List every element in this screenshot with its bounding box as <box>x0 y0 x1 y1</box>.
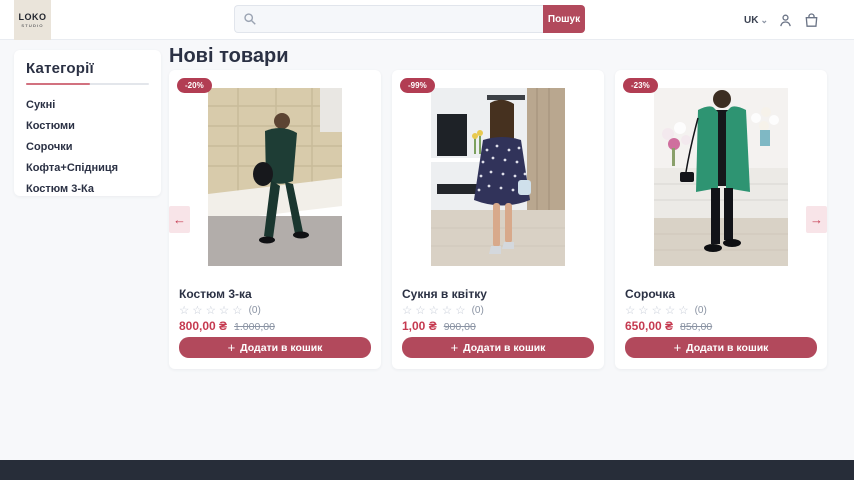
plus-icon: + <box>674 341 682 354</box>
product-card: -99% <box>392 70 604 369</box>
header-actions: UK ⌄ <box>744 0 820 40</box>
product-carousel: -20% Костюм 3-ка <box>169 70 827 369</box>
price-current: 800,00 ₴ <box>179 319 227 333</box>
product-image[interactable] <box>654 88 788 266</box>
discount-badge: -99% <box>400 78 435 93</box>
product-image[interactable] <box>431 88 565 266</box>
price-old: 900,00 <box>444 321 476 333</box>
star-rating-icons: ☆☆☆☆☆ <box>402 303 469 317</box>
carousel-next-button[interactable]: → <box>806 206 827 233</box>
arrow-left-icon: ← <box>173 212 186 227</box>
price-old: 1.000,00 <box>234 321 275 333</box>
footer <box>0 460 854 480</box>
rating-count: (0) <box>695 305 707 316</box>
discount-badge: -23% <box>623 78 658 93</box>
language-label: UK <box>744 15 758 26</box>
categories-divider-accent <box>26 83 90 85</box>
add-to-cart-button[interactable]: + Додати в кошик <box>179 337 371 358</box>
add-to-cart-button[interactable]: + Додати в кошик <box>625 337 817 358</box>
product-card: -20% Костюм 3-ка <box>169 70 381 369</box>
logo[interactable]: LOKO STUDIO <box>14 0 51 40</box>
sidebar-item-sorochky[interactable]: Сорочки <box>26 136 149 157</box>
product-price-row: 1,00 ₴ 900,00 <box>402 319 476 333</box>
product-title[interactable]: Сукня в квітку <box>402 287 487 301</box>
product-image[interactable] <box>208 88 342 266</box>
add-to-cart-label: Додати в кошик <box>686 342 768 354</box>
logo-title: LOKO <box>19 12 47 22</box>
star-rating-icons: ☆☆☆☆☆ <box>625 303 692 317</box>
categories-list: Сукні Костюми Сорочки Кофта+Спідниця Кос… <box>26 94 149 200</box>
user-icon[interactable] <box>777 12 794 29</box>
sidebar-item-kostyum-3ka[interactable]: Костюм 3-Ка <box>26 179 149 200</box>
page-title: Нові товари <box>169 45 288 68</box>
price-current: 1,00 ₴ <box>402 319 437 333</box>
categories-divider <box>26 83 149 85</box>
product-card: -23% <box>615 70 827 369</box>
categories-title: Категорії <box>26 60 149 77</box>
rating-count: (0) <box>472 305 484 316</box>
plus-icon: + <box>228 341 236 354</box>
carousel-prev-button[interactable]: ← <box>169 206 190 233</box>
chevron-down-icon: ⌄ <box>760 16 768 25</box>
search-input[interactable] <box>234 5 543 33</box>
add-to-cart-button[interactable]: + Додати в кошик <box>402 337 594 358</box>
star-rating-icons: ☆☆☆☆☆ <box>179 303 246 317</box>
product-title[interactable]: Костюм 3-ка <box>179 287 252 301</box>
discount-badge: -20% <box>177 78 212 93</box>
product-photo-suit-illustration <box>208 88 342 266</box>
product-rating: ☆☆☆☆☆ (0) <box>179 303 261 317</box>
cart-bag-icon[interactable] <box>803 12 820 29</box>
sidebar-item-kofta-spidnytsya[interactable]: Кофта+Спідниця <box>26 158 149 179</box>
header: LOKO STUDIO Пошук UK ⌄ <box>0 0 854 40</box>
search-bar: Пошук <box>234 5 585 33</box>
price-old: 850,00 <box>680 321 712 333</box>
product-price-row: 650,00 ₴ 850,00 <box>625 319 712 333</box>
add-to-cart-label: Додати в кошик <box>463 342 545 354</box>
product-rating: ☆☆☆☆☆ (0) <box>402 303 484 317</box>
product-price-row: 800,00 ₴ 1.000,00 <box>179 319 275 333</box>
product-photo-shirt-illustration <box>654 88 788 266</box>
product-rating: ☆☆☆☆☆ (0) <box>625 303 707 317</box>
plus-icon: + <box>451 341 459 354</box>
logo-subtitle: STUDIO <box>21 23 43 28</box>
search-button[interactable]: Пошук <box>543 5 585 33</box>
categories-panel: Категорії Сукні Костюми Сорочки Кофта+Сп… <box>14 50 161 196</box>
sidebar-item-sukni[interactable]: Сукні <box>26 94 149 115</box>
product-title[interactable]: Сорочка <box>625 287 675 301</box>
add-to-cart-label: Додати в кошик <box>240 342 322 354</box>
arrow-right-icon: → <box>810 212 823 227</box>
price-current: 650,00 ₴ <box>625 319 673 333</box>
sidebar-item-kostyumy[interactable]: Костюми <box>26 115 149 136</box>
rating-count: (0) <box>249 305 261 316</box>
language-selector[interactable]: UK ⌄ <box>744 15 768 26</box>
product-photo-dress-illustration <box>431 88 565 266</box>
search-input-wrapper <box>234 5 543 33</box>
